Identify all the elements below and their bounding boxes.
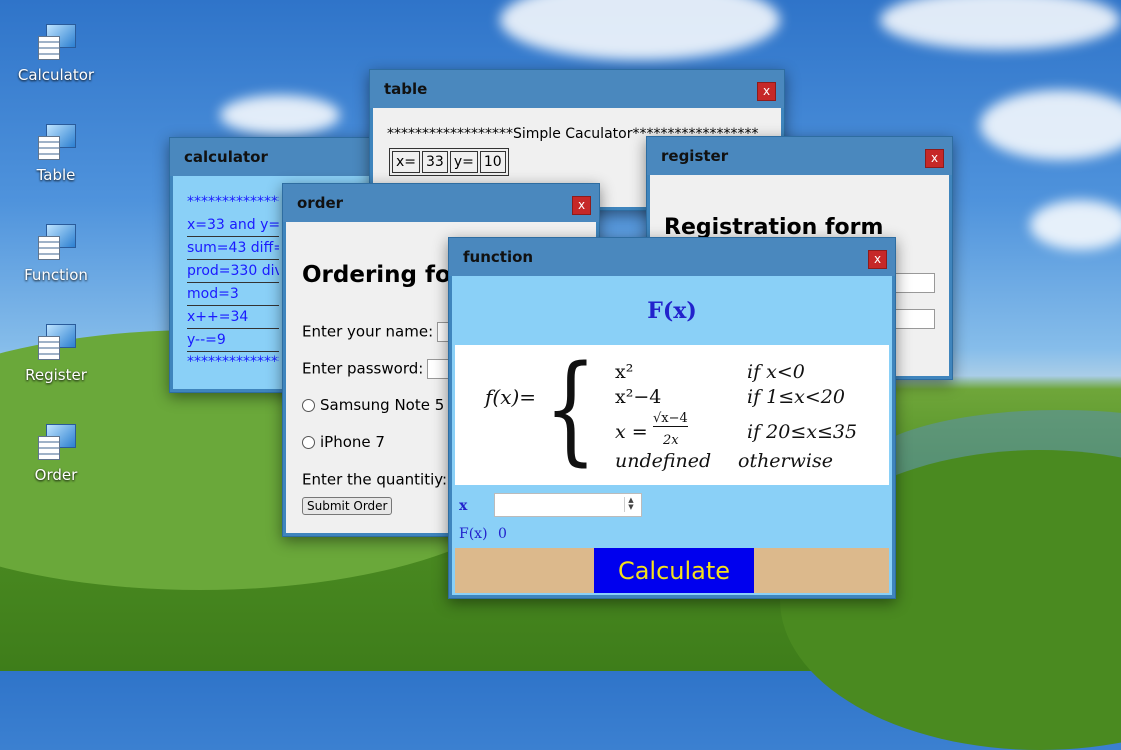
spinner-icon[interactable]: ▲ ▼ [624,497,637,512]
output-line: mod=3 [187,283,279,306]
password-row: Enter password: [302,359,464,379]
title-bar[interactable]: table x [370,70,784,108]
case-expr: x²−4 [615,386,662,408]
window-title: function [463,248,534,266]
case-cond: otherwise [738,450,833,472]
output-line: x=33 and y=10 [187,214,279,237]
close-icon[interactable]: x [572,196,591,215]
desktop-icon-label: Table [36,166,76,184]
case-sqrt-num: √x−4 [653,411,688,427]
quantity-label: Enter the quantitiy: [302,470,448,489]
case-expr: undefined [615,450,712,472]
table-cell: 33 [422,151,448,173]
password-label: Enter password: [302,359,424,378]
computer-icon [36,22,76,62]
submit-order-button[interactable]: Submit Order [302,497,393,515]
function-body: F(x) f(x)= { x² if x<0 x²−4 if 1≤x<20 x … [452,276,892,595]
output-line: sum=43 diff=23 [187,237,279,260]
samsung-radio[interactable] [302,399,315,412]
title-bar[interactable]: calculator [170,138,380,176]
computer-icon [36,322,76,362]
table-cell: y= [449,151,478,173]
iphone-radio[interactable] [302,436,315,449]
x-number-input[interactable]: ▲ ▼ [494,493,642,517]
result-table: x= 33 y= 10 [389,148,509,176]
x-label: x [459,498,468,514]
desktop-icon-register[interactable]: Register [14,322,98,384]
samsung-label: Samsung Note 5 [320,396,445,414]
close-icon[interactable]: x [925,149,944,168]
desktop-icon-label: Register [25,366,87,384]
name-label: Enter your name: [302,322,434,341]
fx-label: F(x) [459,526,488,542]
piecewise-formula: f(x)= { x² if x<0 x²−4 if 1≤x<20 x = √x−… [455,339,889,485]
case-expr: x² [615,361,634,383]
title-bar[interactable]: function x [449,238,895,276]
desktop-icon-table[interactable]: Table [14,122,98,184]
close-icon[interactable]: x [757,82,776,101]
window-title: calculator [184,148,268,166]
desktop-icon-label: Order [34,466,78,484]
table-cell: x= [392,151,421,173]
output-line: y--=9 [187,329,279,352]
case-x-eq: x = [615,421,648,443]
window-title: table [384,80,428,98]
case-cond: if 1≤x<20 [747,386,845,408]
close-icon[interactable]: x [868,250,887,269]
formula-lhs: f(x)= [485,385,537,409]
window-title: order [297,194,344,212]
computer-icon [36,422,76,462]
case-cond: if x<0 [747,361,805,383]
computer-icon [36,222,76,262]
title-bar[interactable]: order x [283,184,599,222]
brace-symbol: { [544,339,597,477]
function-heading: F(x) [647,298,697,324]
desktop-icon-order[interactable]: Order [14,422,98,484]
output-line: ***************** [187,354,279,370]
desktop-icon-label: Function [24,266,88,284]
option-samsung-row[interactable]: Samsung Note 5 [302,396,444,414]
calculate-button[interactable]: Calculate [594,548,754,593]
desktop-icon-label: Calculator [17,66,95,84]
fx-value: 0 [498,526,507,542]
case-cond: if 20≤x≤35 [747,421,858,443]
table-cell: 10 [479,151,506,173]
case-sqrt-den: 2x [663,433,679,448]
computer-icon [36,122,76,162]
title-bar[interactable]: register x [647,137,952,175]
output-line: ***************** [187,194,279,210]
option-iphone-row[interactable]: iPhone 7 [302,433,385,451]
iphone-label: iPhone 7 [320,433,385,451]
output-line: x++=34 [187,306,279,329]
desktop-icon-calculator[interactable]: Calculator [14,22,98,84]
function-window[interactable]: function x F(x) f(x)= { x² if x<0 x²−4 i… [448,237,896,599]
desktop-icon-function[interactable]: Function [14,222,98,284]
window-title: register [661,147,729,165]
output-line: prod=330 div=3 [187,260,279,283]
button-bar: Calculate [455,548,889,593]
